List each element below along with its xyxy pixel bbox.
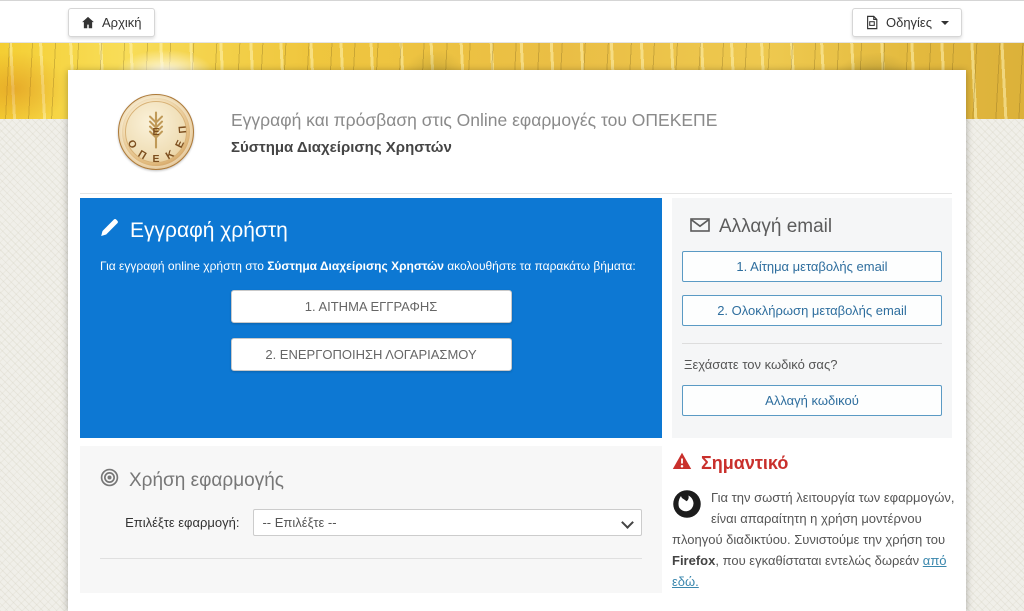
app-select-label: Επιλέξτε εφαρμογή: <box>100 515 253 530</box>
guides-button-label: Οδηγίες <box>886 15 932 30</box>
app-usage-panel: Χρήση εφαρμογής Επιλέξτε εφαρμογή: -- Επ… <box>80 446 662 593</box>
email-change-title-row: Αλλαγή email <box>690 216 942 238</box>
app-usage-title-row: Χρήση εφαρμογής <box>100 468 642 493</box>
home-icon <box>81 16 95 29</box>
page-title: Εγγραφή και πρόσβαση στις Online εφαρμογ… <box>231 110 717 131</box>
pencil-icon <box>100 218 119 243</box>
email-panel-divider <box>682 343 942 344</box>
logo-letter: Ε <box>150 126 162 138</box>
logo-letter: Ε <box>150 153 162 165</box>
firefox-bold: Firefox <box>672 553 715 568</box>
header-divider <box>80 193 952 194</box>
email-change-title: Αλλαγή email <box>719 216 832 238</box>
firefox-icon <box>672 489 702 525</box>
important-notice: Σημαντικό Για την σωστή λειτουργία των ε… <box>672 452 958 592</box>
registration-title-row: Εγγραφή χρήστη <box>100 218 642 243</box>
registration-title: Εγγραφή χρήστη <box>130 219 288 243</box>
registration-intro: Για εγγραφή online χρήστη στο Σύστημα Δι… <box>100 258 642 275</box>
guides-button[interactable]: Οδηγίες <box>852 8 962 37</box>
important-title: Σημαντικό <box>701 453 788 474</box>
opekepe-logo: Ο Π Ε Κ Ε Π Ε <box>118 94 194 170</box>
important-text: Για την σωστή λειτουργία των εφαρμογών, … <box>672 487 958 592</box>
registration-intro-bold: Σύστημα Διαχείρισης Χρηστών <box>267 259 444 273</box>
registration-request-button[interactable]: 1. ΑΙΤΗΜΑ ΕΓΓΡΑΦΗΣ <box>231 290 512 323</box>
email-change-request-button[interactable]: 1. Αίτημα μεταβολής email <box>682 251 942 282</box>
chevron-down-icon <box>941 21 949 25</box>
envelope-icon <box>690 216 710 238</box>
important-title-row: Σημαντικό <box>672 452 958 475</box>
account-activation-button[interactable]: 2. ΕΝΕΡΓΟΠΟΙΗΣΗ ΛΟΓΑΡΙΑΣΜΟΥ <box>231 338 512 371</box>
logo-letter: Π <box>176 123 189 136</box>
header-text: Εγγραφή και πρόσβαση στις Online εφαρμογ… <box>231 110 717 156</box>
app-usage-title: Χρήση εφαρμογής <box>129 470 284 492</box>
document-icon <box>865 15 879 30</box>
home-button-label: Αρχική <box>102 15 142 30</box>
app-select-wrap: -- Επιλέξτε -- <box>253 509 642 536</box>
home-button[interactable]: Αρχική <box>68 8 155 37</box>
email-change-complete-button[interactable]: 2. Ολοκλήρωση μεταβολής email <box>682 295 942 326</box>
app-select[interactable]: -- Επιλέξτε -- <box>253 509 642 536</box>
forgot-password-text: Ξεχάσατε τον κωδικό σας? <box>684 357 942 372</box>
registration-panel: Εγγραφή χρήστη Για εγγραφή online χρήστη… <box>80 198 662 438</box>
bullseye-icon <box>100 468 119 493</box>
top-navbar: Αρχική Οδηγίες <box>0 0 1024 43</box>
main-card: Ο Π Ε Κ Ε Π Ε Εγγραφή και πρόσβαση στις … <box>68 70 966 611</box>
app-select-row: Επιλέξτε εφαρμογή: -- Επιλέξτε -- <box>100 509 642 536</box>
change-password-button[interactable]: Αλλαγή κωδικού <box>682 385 942 416</box>
page-subtitle: Σύστημα Διαχείρισης Χρηστών <box>231 139 717 156</box>
warning-triangle-icon <box>672 452 692 475</box>
email-change-panel: Αλλαγή email 1. Αίτημα μεταβολής email 2… <box>672 198 952 438</box>
usage-panel-divider <box>100 558 642 559</box>
